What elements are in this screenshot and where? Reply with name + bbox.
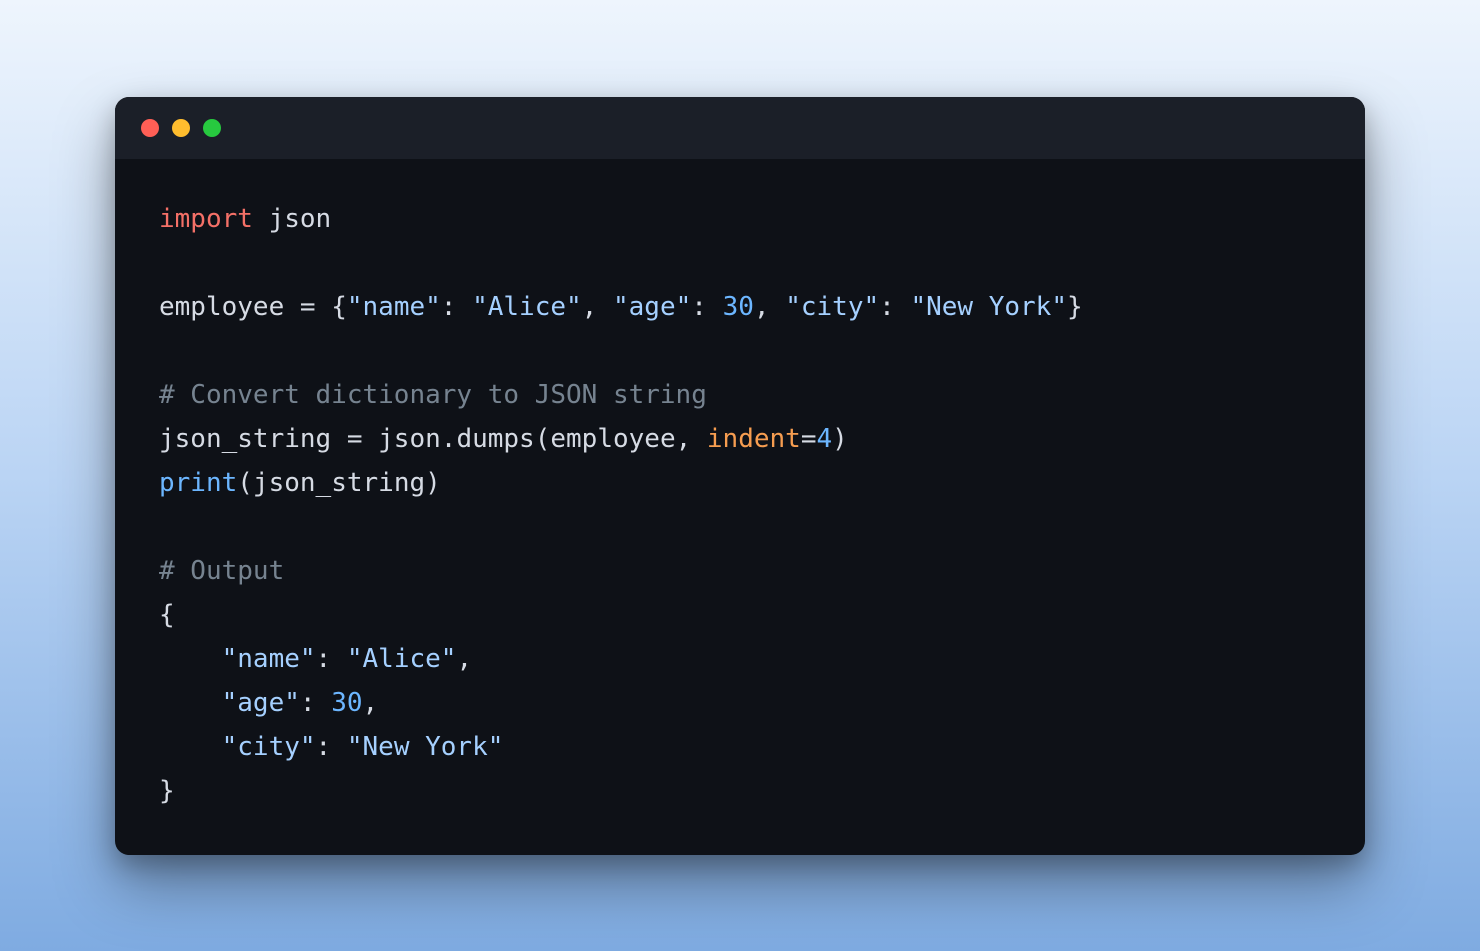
code-token — [159, 688, 222, 718]
code-token: import — [159, 204, 253, 234]
code-token: # Convert dictionary to JSON string — [159, 380, 707, 410]
code-token: , — [754, 292, 785, 322]
code-token: } — [159, 776, 175, 806]
code-token: "New York" — [910, 292, 1067, 322]
maximize-icon[interactable] — [203, 119, 221, 137]
window-titlebar — [115, 97, 1365, 159]
code-token: "city" — [222, 732, 316, 762]
code-token: . — [441, 424, 457, 454]
code-token: 4 — [816, 424, 832, 454]
code-token: # Output — [159, 556, 284, 586]
code-token: : — [879, 292, 910, 322]
code-token: : — [316, 644, 347, 674]
code-token: , — [363, 688, 379, 718]
code-token: 30 — [723, 292, 754, 322]
code-token: json — [378, 424, 441, 454]
minimize-icon[interactable] — [172, 119, 190, 137]
code-token: } — [1067, 292, 1083, 322]
code-block: import json employee = {"name": "Alice",… — [115, 159, 1365, 855]
code-token: employee — [159, 292, 300, 322]
close-icon[interactable] — [141, 119, 159, 137]
code-token: : — [691, 292, 722, 322]
code-token: dumps — [456, 424, 534, 454]
code-token: "age" — [222, 688, 300, 718]
code-token: print — [159, 468, 237, 498]
code-token: "Alice" — [347, 644, 457, 674]
code-token: "name" — [347, 292, 441, 322]
code-token: : — [316, 732, 347, 762]
code-token: { — [159, 600, 175, 630]
code-token: 30 — [331, 688, 362, 718]
code-token: = — [347, 424, 378, 454]
code-token: "Alice" — [472, 292, 582, 322]
code-token: , — [456, 644, 472, 674]
code-token: = { — [300, 292, 347, 322]
code-token: "age" — [613, 292, 691, 322]
code-token: , — [582, 292, 613, 322]
code-token: json_string — [159, 424, 347, 454]
code-token: (employee, — [535, 424, 707, 454]
code-token: json — [253, 204, 331, 234]
code-token — [159, 732, 222, 762]
code-token: "city" — [785, 292, 879, 322]
code-token: (json_string) — [237, 468, 441, 498]
code-token: "name" — [222, 644, 316, 674]
code-window: import json employee = {"name": "Alice",… — [115, 97, 1365, 855]
code-token: "New York" — [347, 732, 504, 762]
code-token — [159, 644, 222, 674]
code-token: = — [801, 424, 817, 454]
code-token: ) — [832, 424, 848, 454]
code-token: indent — [707, 424, 801, 454]
code-token: : — [441, 292, 472, 322]
code-token: : — [300, 688, 331, 718]
